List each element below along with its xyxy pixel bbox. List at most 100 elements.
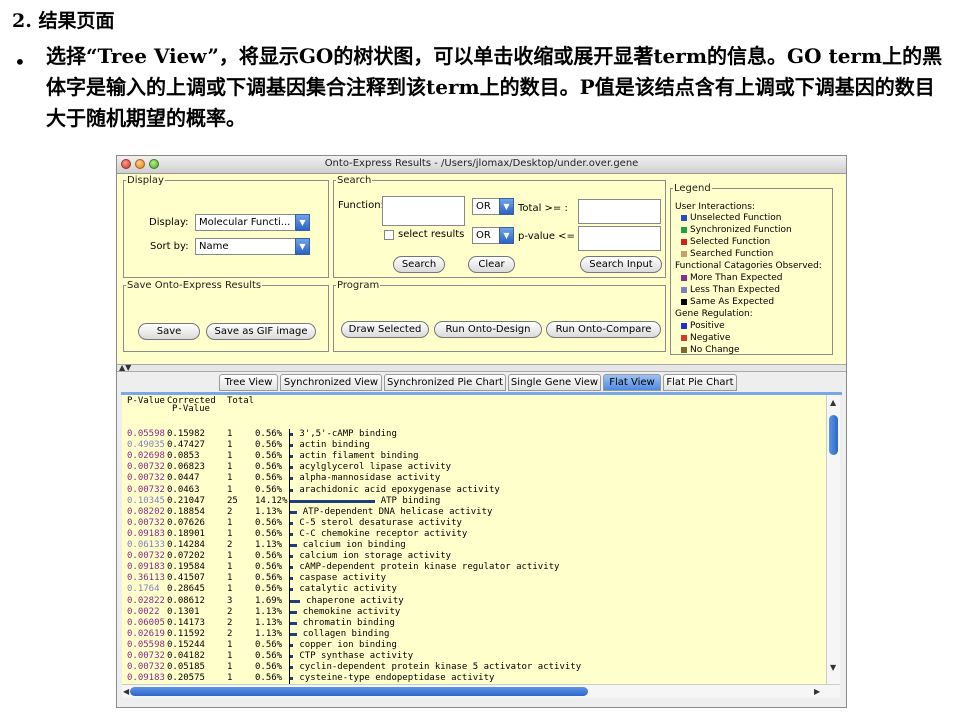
percent-cell: 0.56% [255,673,283,684]
corrected-pvalue-cell: 0.19584 [167,562,205,573]
total-cell: 1 [227,639,233,650]
pvalue-cell: 0.00732 [127,484,165,495]
save-button[interactable]: Save [138,323,200,340]
go-term-label: acylglycerol lipase activity [299,462,452,473]
corrected-pvalue-cell: 0.14173 [167,617,205,628]
go-term-label: actin filament binding [299,451,419,462]
draw-selected-button[interactable]: Draw Selected [341,321,429,338]
table-row[interactable]: 0.0022 0.1301 2 1.13% chemokine activity [122,607,826,618]
legend-no-change: No Change [681,345,740,356]
total-cell: 2 [227,617,233,628]
chevron-down-icon: ▼ [499,227,514,244]
percent-cell: 1.13% [255,540,283,550]
table-row[interactable]: 0.02822 0.08612 3 1.69% chaperone activity [122,596,826,607]
go-term-label: cysteine-type endopeptidase activity [299,673,495,684]
legend-positive: Positive [681,321,725,332]
select-results-checkbox[interactable] [384,230,394,240]
percent-bar [290,444,294,448]
functional-categories-heading: Functional Catagories Observed: [675,261,822,271]
legend-swatch [681,274,687,281]
vertical-scrollbar[interactable]: ▲ ▼ [826,395,840,684]
pvalue-input[interactable] [578,226,661,251]
function-input[interactable] [382,196,465,226]
go-term-label: chaperone activity [306,595,404,606]
run-onto-compare-button[interactable]: Run Onto-Compare [546,321,661,338]
total-cell: 1 [227,651,233,661]
corrected-pvalue-cell: 0.07626 [167,517,205,528]
go-term-label: ATP-dependent DNA helicase activity [302,506,493,517]
pvalue-cell: 0.08202 [127,506,165,517]
table-row[interactable]: 0.1764 0.28645 1 0.56% catalytic activity [122,584,826,595]
go-term-label: 3',5'-cAMP binding [299,429,397,439]
table-row[interactable]: 0.09183 0.19584 1 0.56% cAMP-dependent prote… [122,562,826,573]
tab-flat-pie-chart[interactable]: Flat Pie Chart [663,374,737,391]
clear-button[interactable]: Clear [468,256,515,273]
horizontal-scrollbar[interactable]: ◀ ▶ [122,684,840,698]
table-row[interactable]: 0.06133 0.14284 2 1.13% calcium ion binding [122,540,826,551]
percent-bar [290,566,294,570]
vertical-scroll-thumb[interactable] [829,415,838,455]
go-term-label: CTP synthase activity [299,651,414,661]
percent-bar [290,666,294,670]
corrected-pvalue-cell: 0.0463 [167,484,200,495]
scroll-left-icon[interactable]: ◀ [123,687,129,696]
function-or-select[interactable]: OR ▼ [472,198,514,215]
table-row[interactable]: 0.09183 0.20575 1 0.56% cysteine-type endope… [122,673,826,684]
go-term-label: calcium ion binding [302,540,406,550]
table-row[interactable]: 0.00732 0.07626 1 0.56% C-5 sterol desaturas… [122,518,826,529]
legend-group-legend: Legend [674,183,711,194]
table-row[interactable]: 0.36113 0.41507 1 0.56% caspase activity [122,573,826,584]
select-results-label: select results [398,229,465,240]
table-row[interactable]: 0.05598 0.15244 1 0.56% copper ion binding [122,640,826,651]
table-row[interactable]: 0.09183 0.18901 1 0.56% C-C chemokine recept… [122,529,826,540]
save-gif-button[interactable]: Save as GIF image [206,323,316,340]
corrected-pvalue-cell: 0.11592 [167,628,205,639]
split-pane-divider[interactable]: ▲▼ [117,363,846,372]
tab-synchronized-pie-chart[interactable]: Synchronized Pie Chart [384,374,506,391]
corrected-pvalue-cell: 0.04182 [167,651,205,661]
col-header-corrected-pvalue: P-Value [172,404,210,414]
corrected-pvalue-cell: 0.47427 [167,440,205,451]
scroll-down-icon[interactable]: ▼ [830,663,836,672]
tab-flat-view[interactable]: Flat View [603,374,661,391]
pvalue-or-select[interactable]: OR ▼ [472,227,514,244]
legend-more-than-expected: More Than Expected [681,273,782,284]
chevron-down-icon: ▼ [499,198,514,215]
sort-by-select[interactable]: Name ▼ [195,238,310,255]
table-row[interactable]: 0.02698 0.0853 1 0.56% actin filament bindin… [122,451,826,462]
table-row[interactable]: 0.02619 0.11592 2 1.13% collagen binding [122,629,826,640]
search-input-button[interactable]: Search Input [580,256,662,273]
table-row[interactable]: 0.00732 0.04182 1 0.56% CTP synthase activit… [122,651,826,662]
table-row[interactable]: 0.00732 0.0447 1 0.56% alpha-mannosidase act… [122,473,826,484]
table-row[interactable]: 0.49035 0.47427 1 0.56% actin binding [122,440,826,451]
go-term-label: alpha-mannosidase activity [299,473,441,484]
corrected-pvalue-cell: 0.1301 [167,606,200,617]
percent-cell: 0.56% [255,462,283,473]
tab-single-gene-view[interactable]: Single Gene View [508,374,601,391]
scroll-right-icon[interactable]: ▶ [814,687,820,696]
percent-bar [290,588,294,592]
table-row[interactable]: 0.00732 0.05185 1 0.56% cyclin-dependent pro… [122,662,826,673]
table-row[interactable]: 0.10345 0.21047 25 14.12% ATP binding [122,496,826,507]
table-row[interactable]: 0.06005 0.14173 2 1.13% chromatin binding [122,618,826,629]
table-row[interactable]: 0.00732 0.0463 1 0.56% arachidonic acid epox… [122,485,826,496]
scroll-up-icon[interactable]: ▲ [830,398,836,407]
collapse-arrows-icon[interactable]: ▲▼ [119,363,131,372]
table-row[interactable]: 0.00732 0.07202 1 0.56% calcium ion storage … [122,551,826,562]
tab-synchronized-view[interactable]: Synchronized View [280,374,382,391]
total-input[interactable] [578,199,661,224]
tab-tree-view[interactable]: Tree View [219,374,278,391]
table-row[interactable]: 0.05598 0.15982 1 0.56% 3',5'-cAMP binding [122,429,826,440]
go-term-label: ATP binding [380,495,441,506]
save-group: Save Onto-Express Results Save Save as G… [123,280,329,352]
function-label: Function: [338,200,384,211]
horizontal-scroll-thumb[interactable] [130,687,588,696]
run-onto-design-button[interactable]: Run Onto-Design [434,321,542,338]
table-row[interactable]: 0.00732 0.06823 1 0.56% acylglycerol lipase … [122,462,826,473]
go-term-label: caspase activity [299,573,387,584]
total-label: Total >= : [518,203,568,214]
display-select[interactable]: Molecular Functi... ▼ [195,214,310,231]
search-button[interactable]: Search [393,256,445,273]
total-cell: 3 [227,595,233,606]
table-row[interactable]: 0.08202 0.18854 2 1.13% ATP-dependent DNA he… [122,507,826,518]
